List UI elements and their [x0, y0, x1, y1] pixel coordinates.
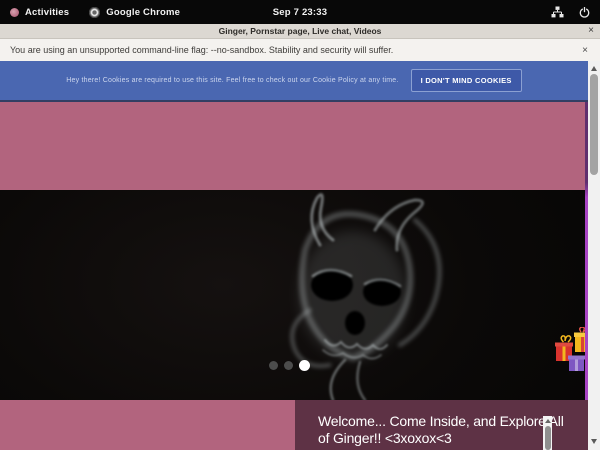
app-menu-label: Google Chrome	[106, 7, 180, 18]
hero-carousel	[0, 190, 586, 400]
site-header: GinGer's Red Hot CamZ LOGIN	[0, 102, 588, 190]
activities-indicator-icon	[10, 8, 19, 17]
window-title: Ginger, Pornstar page, Live chat, Videos	[219, 26, 382, 36]
scroll-thumb[interactable]	[590, 74, 598, 175]
welcome-scroll-up-icon[interactable]	[545, 419, 551, 423]
window-close-icon[interactable]: ×	[588, 24, 594, 38]
activities-button[interactable]: Activities	[10, 7, 69, 18]
carousel-dots	[269, 360, 310, 371]
carousel-dot[interactable]	[284, 361, 293, 370]
app-menu-button[interactable]: Google Chrome	[89, 7, 180, 18]
chrome-warning-bar: You are using an unsupported command-lin…	[0, 39, 600, 61]
scroll-down-icon[interactable]	[591, 439, 597, 444]
clock[interactable]: Sep 7 23:33	[273, 7, 327, 18]
welcome-box: Welcome... Come Inside, and Explore Allo…	[295, 400, 588, 450]
cookie-banner: Hey there! Cookies are required to use t…	[0, 61, 588, 102]
gifts-icon[interactable]	[555, 327, 586, 373]
cookie-message: Hey there! Cookies are required to use t…	[66, 77, 398, 84]
window-titlebar[interactable]: Ginger, Pornstar page, Live chat, Videos…	[0, 24, 600, 39]
welcome-scrollbar[interactable]	[543, 416, 552, 450]
carousel-dot[interactable]	[269, 361, 278, 370]
network-icon[interactable]	[551, 6, 564, 18]
welcome-scroll-thumb[interactable]	[545, 426, 551, 450]
desktop-screen: Activities Google Chrome Sep 7 23:33	[0, 0, 600, 450]
gnome-top-bar: Activities Google Chrome Sep 7 23:33	[0, 0, 600, 24]
page-body: Welcome... Come Inside, and Explore Allo…	[0, 400, 588, 450]
warning-message: You are using an unsupported command-lin…	[10, 45, 393, 55]
chrome-icon	[89, 7, 100, 18]
warning-close-icon[interactable]: ×	[582, 45, 588, 56]
activities-label: Activities	[25, 7, 69, 18]
power-icon[interactable]	[579, 7, 590, 18]
carousel-dot[interactable]	[299, 360, 310, 371]
scroll-up-icon[interactable]	[591, 66, 597, 71]
page-scrollbar[interactable]	[588, 61, 600, 450]
cookie-accept-button[interactable]: I DON'T MIND COOKIES	[411, 69, 522, 92]
